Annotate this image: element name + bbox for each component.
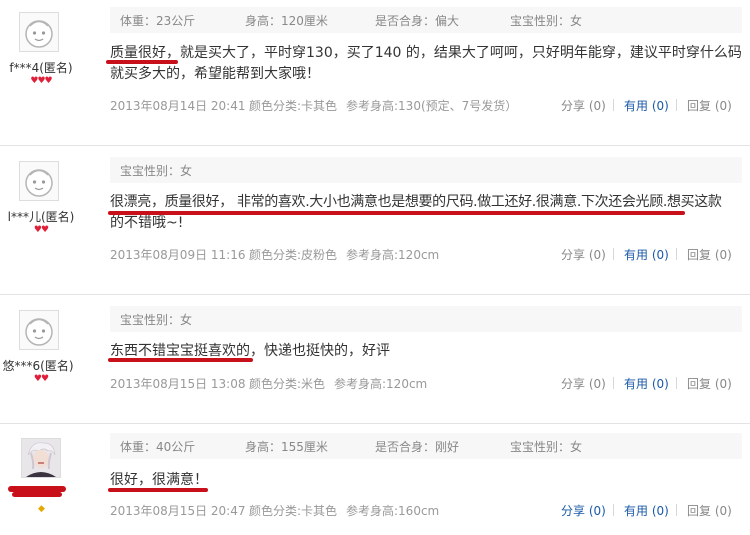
baby-gender-text: 宝宝性别：女 bbox=[510, 14, 583, 28]
color-category: 颜色分类:皮粉色 bbox=[249, 248, 338, 262]
reviewer-name: f***4(匿名) bbox=[9, 61, 73, 75]
reviewer-rank-hearts-icon: ♥♥ bbox=[33, 374, 49, 384]
baby-gender-text: 宝宝性别：女 bbox=[120, 164, 193, 178]
annotation-underline bbox=[106, 60, 178, 64]
share-button[interactable]: 分享 (0) bbox=[561, 97, 606, 114]
baby-gender-text: 宝宝性别：女 bbox=[510, 440, 583, 454]
reference-height: 参考身高:130(预定、7号发货） bbox=[346, 99, 518, 113]
share-button[interactable]: 分享 (0) bbox=[561, 246, 606, 263]
useful-button[interactable]: 有用 (0) bbox=[624, 246, 669, 263]
review-attributes: 体重：40公斤 身高：155厘米 是否合身：刚好 宝宝性别：女 bbox=[110, 433, 742, 459]
reply-button[interactable]: 回复 (0) bbox=[687, 375, 732, 392]
reference-height: 参考身高:120cm bbox=[334, 377, 428, 391]
default-avatar-icon[interactable] bbox=[19, 161, 59, 201]
share-button[interactable]: 分享 (0) bbox=[561, 502, 606, 519]
weight-text: 体重：23公斤 bbox=[120, 14, 196, 28]
review-text-line: 很漂亮，质量很好， 非常的喜欢.大小也满意也是想要的尺码.做工还好.很满意.下次… bbox=[110, 194, 722, 210]
fit-text: 是否合身：偏大 bbox=[375, 14, 460, 28]
height-text: 身高：120厘米 bbox=[245, 14, 328, 28]
color-category: 颜色分类:卡其色 bbox=[249, 99, 338, 113]
weight-text: 体重：40公斤 bbox=[120, 440, 196, 454]
useful-button[interactable]: 有用 (0) bbox=[624, 502, 669, 519]
reference-height: 参考身高:160cm bbox=[346, 504, 440, 518]
share-button[interactable]: 分享 (0) bbox=[561, 375, 606, 392]
review-attributes: 体重：23公斤 身高：120厘米 是否合身：偏大 宝宝性别：女 bbox=[110, 7, 742, 33]
useful-button[interactable]: 有用 (0) bbox=[624, 97, 669, 114]
baby-gender-text: 宝宝性别：女 bbox=[120, 313, 193, 327]
reply-button[interactable]: 回复 (0) bbox=[687, 97, 732, 114]
review-text-line: 就买多大的，希望能帮到大家哦！ bbox=[110, 66, 320, 82]
review-text-line: 质量很好，就是买大了，平时穿130，买了140 的，结果大了呵呵，只好明年能穿，… bbox=[110, 45, 742, 61]
review-meta: 2013年08月09日 11:16 颜色分类:皮粉色 参考身高:120cm 分享… bbox=[110, 246, 742, 264]
review-attributes: 宝宝性别：女 bbox=[110, 157, 742, 183]
reply-button[interactable]: 回复 (0) bbox=[687, 246, 732, 263]
default-avatar-icon[interactable] bbox=[19, 12, 59, 52]
review-item: l***儿(匿名) ♥♥ 宝宝性别：女 很漂亮，质量很好， 非常的喜欢.大小也满… bbox=[0, 146, 750, 294]
annotation-scribble bbox=[12, 492, 62, 497]
review-content: 质量很好，就是买大了，平时穿130，买了140 的，结果大了呵呵，只好明年能穿，… bbox=[110, 43, 742, 85]
user-photo-avatar[interactable] bbox=[21, 438, 61, 478]
fit-text: 是否合身：刚好 bbox=[375, 440, 460, 454]
default-avatar-icon[interactable] bbox=[19, 310, 59, 350]
review-item: 悠***6(匿名) ♥♥ 宝宝性别：女 东西不错宝宝挺喜欢的，快递也挺快的，好评… bbox=[0, 295, 750, 423]
review-text-line: 的不错哦~! bbox=[110, 215, 184, 231]
review-time: 2013年08月15日 20:47 bbox=[110, 504, 246, 518]
review-meta: 2013年08月14日 20:41 颜色分类:卡其色 参考身高:130(预定、7… bbox=[110, 97, 742, 115]
color-category: 颜色分类:卡其色 bbox=[249, 504, 338, 518]
reviewer-name: l***儿(匿名) bbox=[7, 210, 75, 224]
annotation-underline bbox=[108, 358, 253, 362]
review-time: 2013年08月15日 13:08 bbox=[110, 377, 246, 391]
reply-button[interactable]: 回复 (0) bbox=[687, 502, 732, 519]
reviewer-rank-hearts-icon: ♥♥♥ bbox=[30, 76, 52, 86]
review-item: f***4(匿名) ♥♥♥ 体重：23公斤 身高：120厘米 是否合身：偏大 宝… bbox=[0, 0, 750, 145]
review-item: ◆ 体重：40公斤 身高：155厘米 是否合身：刚好 宝宝性别：女 很好，很满意… bbox=[0, 424, 750, 535]
reviewer-name: 悠***6(匿名) bbox=[2, 359, 74, 373]
reviewer-rank-hearts-icon: ♥♥ bbox=[33, 225, 49, 235]
annotation-underline bbox=[108, 211, 685, 215]
review-time: 2013年08月09日 11:16 bbox=[110, 248, 246, 262]
annotation-underline bbox=[108, 488, 208, 492]
height-text: 身高：155厘米 bbox=[245, 440, 328, 454]
review-attributes: 宝宝性别：女 bbox=[110, 306, 742, 332]
reference-height: 参考身高:120cm bbox=[346, 248, 440, 262]
review-time: 2013年08月14日 20:41 bbox=[110, 99, 246, 113]
review-meta: 2013年08月15日 13:08 颜色分类:米色 参考身高:120cm 分享 … bbox=[110, 375, 742, 393]
reviewer-rank-diamond-icon: ◆ bbox=[38, 504, 45, 514]
review-meta: 2013年08月15日 20:47 颜色分类:卡其色 参考身高:160cm 分享… bbox=[110, 502, 742, 520]
useful-button[interactable]: 有用 (0) bbox=[624, 375, 669, 392]
color-category: 颜色分类:米色 bbox=[249, 377, 326, 391]
